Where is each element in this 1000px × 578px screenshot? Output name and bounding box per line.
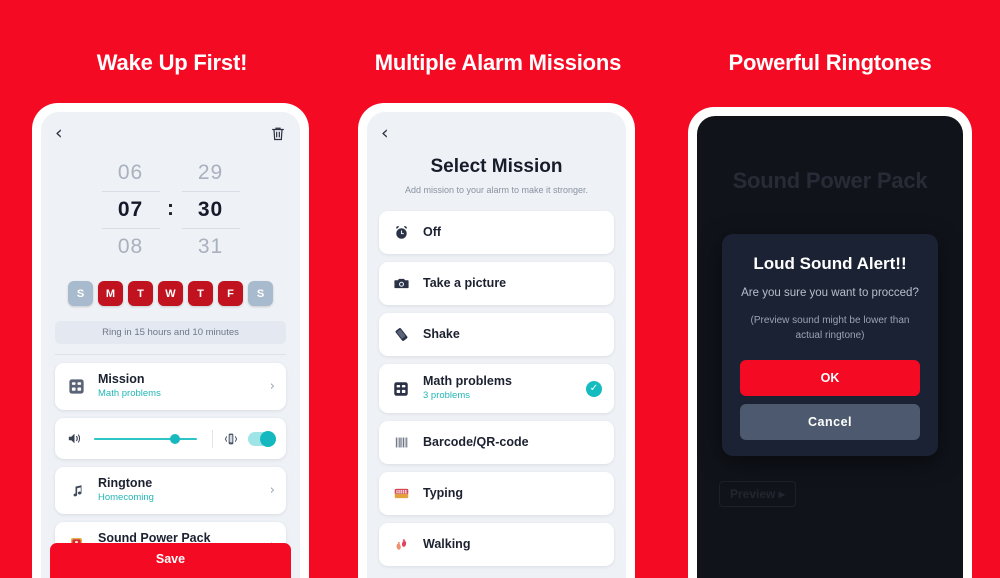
mission-item-text: Take a picture	[423, 276, 602, 291]
alarm-clock-icon	[391, 224, 411, 241]
dialog-ok-button[interactable]: OK	[740, 360, 920, 396]
minute-selected: 30	[181, 191, 240, 229]
panel-title-2: Multiple Alarm Missions	[374, 50, 622, 75]
weekday-mon[interactable]: M	[98, 281, 123, 306]
time-separator: :	[167, 197, 174, 220]
row-ringtone-sub: Homecoming	[98, 492, 154, 503]
time-picker[interactable]: 06 07 08 : 29 30 31	[41, 147, 300, 271]
minute-next: 31	[197, 235, 224, 258]
back-icon[interactable]: ‹	[55, 124, 63, 143]
hour-column[interactable]: 06 07 08	[101, 155, 160, 265]
mission-item-label: Take a picture	[423, 276, 507, 290]
page-subtitle: Add mission to your alarm to make it str…	[404, 185, 589, 195]
row-ringtone-text: Ringtone Homecoming	[98, 476, 270, 505]
row-ringtone-title: Ringtone	[98, 476, 153, 490]
back-icon[interactable]: ‹	[381, 122, 389, 144]
loud-sound-alert-dialog: Loud Sound Alert!! Are you sure you want…	[722, 234, 938, 456]
footprints-icon	[391, 536, 411, 553]
mission-item-shake[interactable]: Shake	[379, 313, 614, 356]
volume-slider[interactable]	[94, 432, 197, 446]
volume-slider-track	[94, 437, 197, 440]
mission-item-text: Typing	[423, 486, 602, 501]
weekday-fri[interactable]: F	[218, 281, 243, 306]
row-mission[interactable]: Mission Math problems ›	[55, 363, 286, 410]
weekday-thu[interactable]: T	[188, 281, 213, 306]
check-circle-icon: ✓	[586, 380, 602, 397]
dialog-note: (Preview sound might be lower than actua…	[750, 315, 910, 341]
speaker-icon	[66, 430, 85, 447]
page-title: Select Mission	[430, 156, 563, 177]
ring-countdown-banner: Ring in 15 hours and 10 minutes	[55, 321, 286, 344]
camera-icon	[391, 275, 411, 292]
minute-column[interactable]: 29 30 31	[181, 155, 240, 265]
weekday-selector[interactable]: S M T W T F S	[41, 271, 300, 310]
mission-item-label: Math problems	[423, 374, 512, 388]
background-page-title: Sound Power Pack	[732, 168, 928, 193]
row-separator	[212, 429, 213, 448]
phone-mockup-sound-power-pack: Sound Power Pack Preview ▸ Loud Sound Al…	[688, 107, 972, 578]
hour-selected: 07	[101, 191, 160, 229]
chevron-right-icon: ›	[269, 483, 275, 498]
dialog-title: Loud Sound Alert!!	[753, 254, 907, 273]
weekday-tue[interactable]: T	[128, 281, 153, 306]
row-volume-vibration[interactable]	[55, 418, 286, 459]
mission-item-label: Walking	[423, 537, 471, 551]
vibration-toggle[interactable]	[248, 430, 276, 447]
vibration-icon	[222, 431, 239, 447]
mission-item-text: Off	[423, 225, 602, 240]
shake-phone-icon	[391, 326, 411, 343]
phone-mockup-alarm-edit: ‹ 06 07 08 : 29 30 31 S M T W T F S Ring…	[32, 103, 309, 578]
weekday-sat[interactable]: S	[248, 281, 273, 306]
mission-item-label: Typing	[423, 486, 464, 500]
calculator-icon	[391, 380, 411, 398]
row-ringtone[interactable]: Ringtone Homecoming ›	[55, 467, 286, 514]
row-mission-title: Mission	[98, 372, 145, 386]
panel-title-1: Wake Up First!	[96, 50, 248, 75]
dialog-cancel-button[interactable]: Cancel	[740, 404, 920, 440]
trash-icon[interactable]	[270, 125, 286, 142]
mission-item-text: Barcode/QR-code	[423, 435, 602, 450]
hour-next: 08	[117, 235, 144, 258]
mission-item-sub: 3 problems	[423, 390, 470, 401]
screen-sound-power-pack: Sound Power Pack Preview ▸ Loud Sound Al…	[697, 116, 963, 578]
mission-list: Off Take a picture Shake Math problems 3…	[367, 195, 626, 566]
row-mission-text: Mission Math problems	[98, 372, 270, 401]
mission-item-typing[interactable]: Typing	[379, 472, 614, 515]
promo-screenshot-stage: Wake Up First! Multiple Alarm Missions P…	[0, 0, 1000, 578]
mission-item-label: Shake	[423, 327, 460, 341]
weekday-wed[interactable]: W	[158, 281, 183, 306]
mission-item-take-a-picture[interactable]: Take a picture	[379, 262, 614, 305]
section-divider	[55, 354, 286, 355]
select-mission-header: Select Mission Add mission to your alarm…	[367, 144, 626, 195]
hour-prev: 06	[117, 161, 144, 184]
mission-item-off[interactable]: Off	[379, 211, 614, 254]
calculator-icon	[66, 377, 87, 396]
select-mission-topbar: ‹	[367, 112, 626, 144]
preview-button[interactable]: Preview ▸	[719, 481, 796, 507]
chevron-right-icon: ›	[269, 379, 275, 394]
mission-item-text: Math problems 3 problems	[423, 374, 586, 403]
save-button[interactable]: Save	[50, 543, 291, 578]
mission-item-walking[interactable]: Walking	[379, 523, 614, 566]
barcode-icon	[391, 434, 411, 451]
minute-prev: 29	[197, 161, 224, 184]
keyboard-icon	[391, 485, 411, 502]
mission-item-label: Off	[423, 225, 442, 239]
vibration-toggle-knob	[260, 430, 276, 447]
mission-item-label: Barcode/QR-code	[423, 435, 529, 449]
mission-item-math-problems[interactable]: Math problems 3 problems ✓	[379, 364, 614, 413]
volume-slider-knob[interactable]	[170, 433, 181, 444]
phone-mockup-select-mission: ‹ Select Mission Add mission to your ala…	[358, 103, 635, 578]
dialog-question: Are you sure you want to procced?	[741, 287, 919, 299]
alarm-edit-topbar: ‹	[41, 112, 300, 147]
screen-select-mission: ‹ Select Mission Add mission to your ala…	[367, 112, 626, 578]
mission-item-barcode-qr-code[interactable]: Barcode/QR-code	[379, 421, 614, 464]
row-mission-sub: Math problems	[98, 388, 161, 399]
mission-item-text: Shake	[423, 327, 602, 342]
panel-title-3: Powerful Ringtones	[728, 50, 932, 75]
weekday-sun[interactable]: S	[68, 281, 93, 306]
music-note-icon	[66, 482, 87, 500]
screen-alarm-edit: ‹ 06 07 08 : 29 30 31 S M T W T F S Ring…	[41, 112, 300, 578]
mission-item-text: Walking	[423, 537, 602, 552]
